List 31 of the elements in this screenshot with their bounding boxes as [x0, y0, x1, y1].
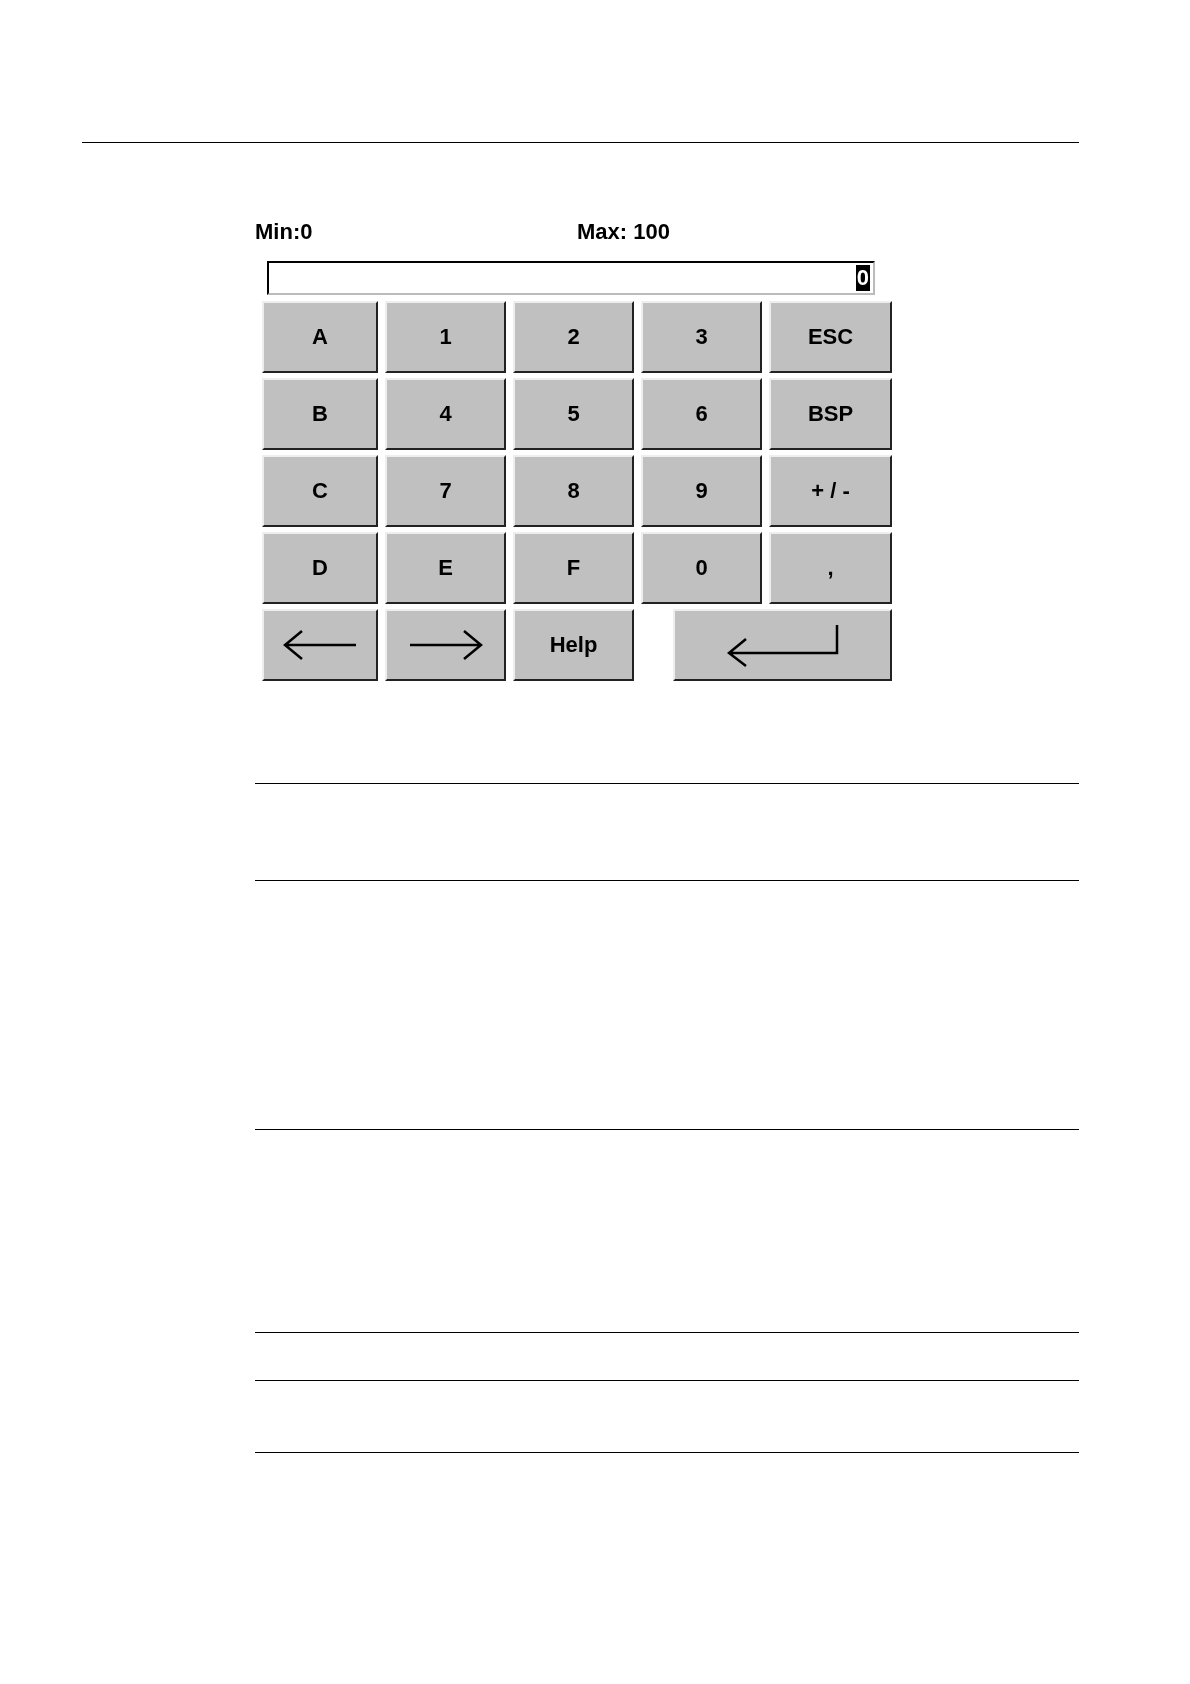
- key-button[interactable]: C: [262, 455, 378, 527]
- enter-button[interactable]: [673, 609, 892, 681]
- key-button[interactable]: 9: [641, 455, 762, 527]
- max-label: Max: 100: [577, 219, 670, 246]
- key-button[interactable]: F: [513, 532, 634, 604]
- key-button[interactable]: Help: [513, 609, 634, 681]
- min-label: Min:0: [255, 219, 314, 246]
- entry-field[interactable]: 0: [267, 261, 875, 295]
- key-button[interactable]: ESC: [769, 301, 892, 373]
- key-button[interactable]: 6: [641, 378, 762, 450]
- key-button[interactable]: 5: [513, 378, 634, 450]
- key-button[interactable]: ,: [769, 532, 892, 604]
- enter-icon: [725, 623, 840, 667]
- key-button[interactable]: D: [262, 532, 378, 604]
- key-button[interactable]: A: [262, 301, 378, 373]
- key-button[interactable]: BSP: [769, 378, 892, 450]
- key-button[interactable]: 3: [641, 301, 762, 373]
- right-arrow-button[interactable]: [385, 609, 506, 681]
- key-button[interactable]: 1: [385, 301, 506, 373]
- key-button[interactable]: 7: [385, 455, 506, 527]
- key-button[interactable]: 2: [513, 301, 634, 373]
- key-button[interactable]: E: [385, 532, 506, 604]
- key-button[interactable]: 4: [385, 378, 506, 450]
- left-arrow-button[interactable]: [262, 609, 378, 681]
- field-value: 0: [855, 265, 870, 291]
- right-arrow-icon: [407, 628, 484, 662]
- key-button[interactable]: + / -: [769, 455, 892, 527]
- key-button[interactable]: 8: [513, 455, 634, 527]
- key-button[interactable]: B: [262, 378, 378, 450]
- left-arrow-icon: [282, 628, 358, 662]
- key-button[interactable]: 0: [641, 532, 762, 604]
